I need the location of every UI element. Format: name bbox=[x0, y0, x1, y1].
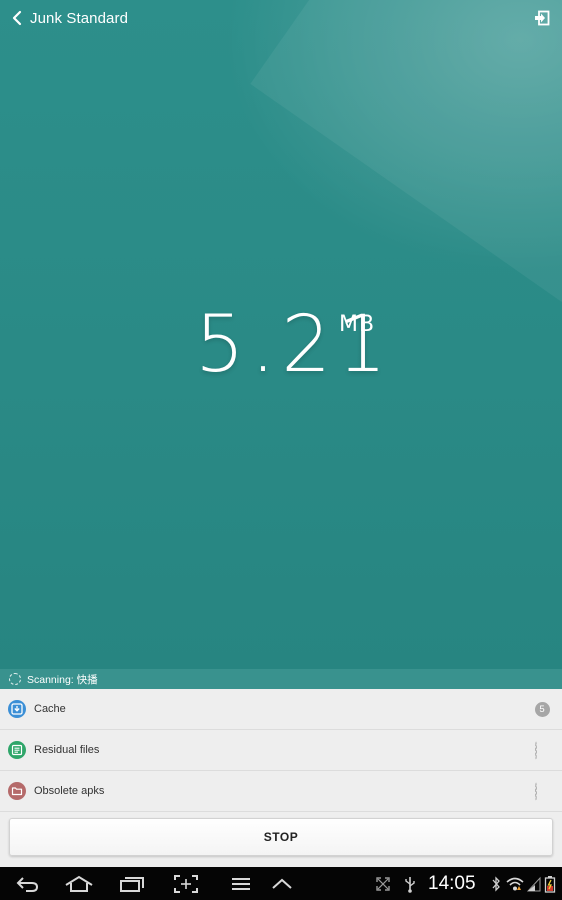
recent-apps-icon[interactable] bbox=[118, 872, 146, 896]
home-icon[interactable] bbox=[64, 872, 94, 896]
folder-icon bbox=[8, 782, 26, 800]
junk-category-list: Cache 5 Residual files Obsolete apks STO… bbox=[0, 689, 562, 867]
loading-spinner-icon bbox=[9, 673, 21, 685]
junk-size-display: 5.21 MB bbox=[0, 300, 562, 390]
back-button[interactable]: Junk Standard bbox=[10, 8, 128, 28]
bluetooth-icon bbox=[490, 875, 502, 893]
count-badge-wrap: 5 bbox=[534, 701, 550, 717]
system-navigation-bar: 14:05 bbox=[0, 867, 562, 900]
scan-status-bar: Scanning: 快播 bbox=[0, 669, 562, 689]
junk-size-unit: MB bbox=[339, 312, 376, 337]
category-label: Obsolete apks bbox=[34, 785, 105, 797]
chevron-left-icon bbox=[10, 8, 24, 28]
signal-icon bbox=[527, 875, 541, 893]
page-title: Junk Standard bbox=[30, 9, 129, 27]
status-clock: 14:05 bbox=[428, 873, 476, 894]
scan-status-text: Scanning: 快播 bbox=[27, 673, 98, 686]
loading-spinner-icon bbox=[535, 741, 537, 760]
usb-icon bbox=[402, 875, 418, 893]
top-bar: Junk Standard bbox=[0, 0, 562, 36]
category-label: Residual files bbox=[34, 744, 100, 756]
exit-icon[interactable] bbox=[534, 10, 550, 26]
wifi-icon bbox=[506, 875, 524, 893]
back-icon[interactable] bbox=[14, 872, 42, 896]
category-item-cache[interactable]: Cache 5 bbox=[0, 689, 562, 730]
spinner-wrap bbox=[534, 741, 550, 760]
residual-files-icon bbox=[8, 741, 26, 759]
loading-spinner-icon bbox=[535, 782, 537, 801]
scan-hero-panel: Junk Standard 5.21 MB bbox=[0, 0, 562, 669]
stop-button[interactable]: STOP bbox=[9, 818, 553, 856]
category-item-obsolete-apks[interactable]: Obsolete apks bbox=[0, 771, 562, 812]
spinner-wrap bbox=[534, 782, 550, 801]
category-item-residual-files[interactable]: Residual files bbox=[0, 730, 562, 771]
cache-download-icon bbox=[8, 700, 26, 718]
up-chevron-icon[interactable] bbox=[268, 872, 296, 896]
count-badge: 5 bbox=[534, 701, 550, 717]
menu-icon[interactable] bbox=[228, 872, 254, 896]
battery-icon bbox=[543, 875, 557, 893]
expand-icon bbox=[374, 875, 392, 893]
category-label: Cache bbox=[34, 703, 66, 715]
screenshot-icon[interactable] bbox=[172, 872, 200, 896]
